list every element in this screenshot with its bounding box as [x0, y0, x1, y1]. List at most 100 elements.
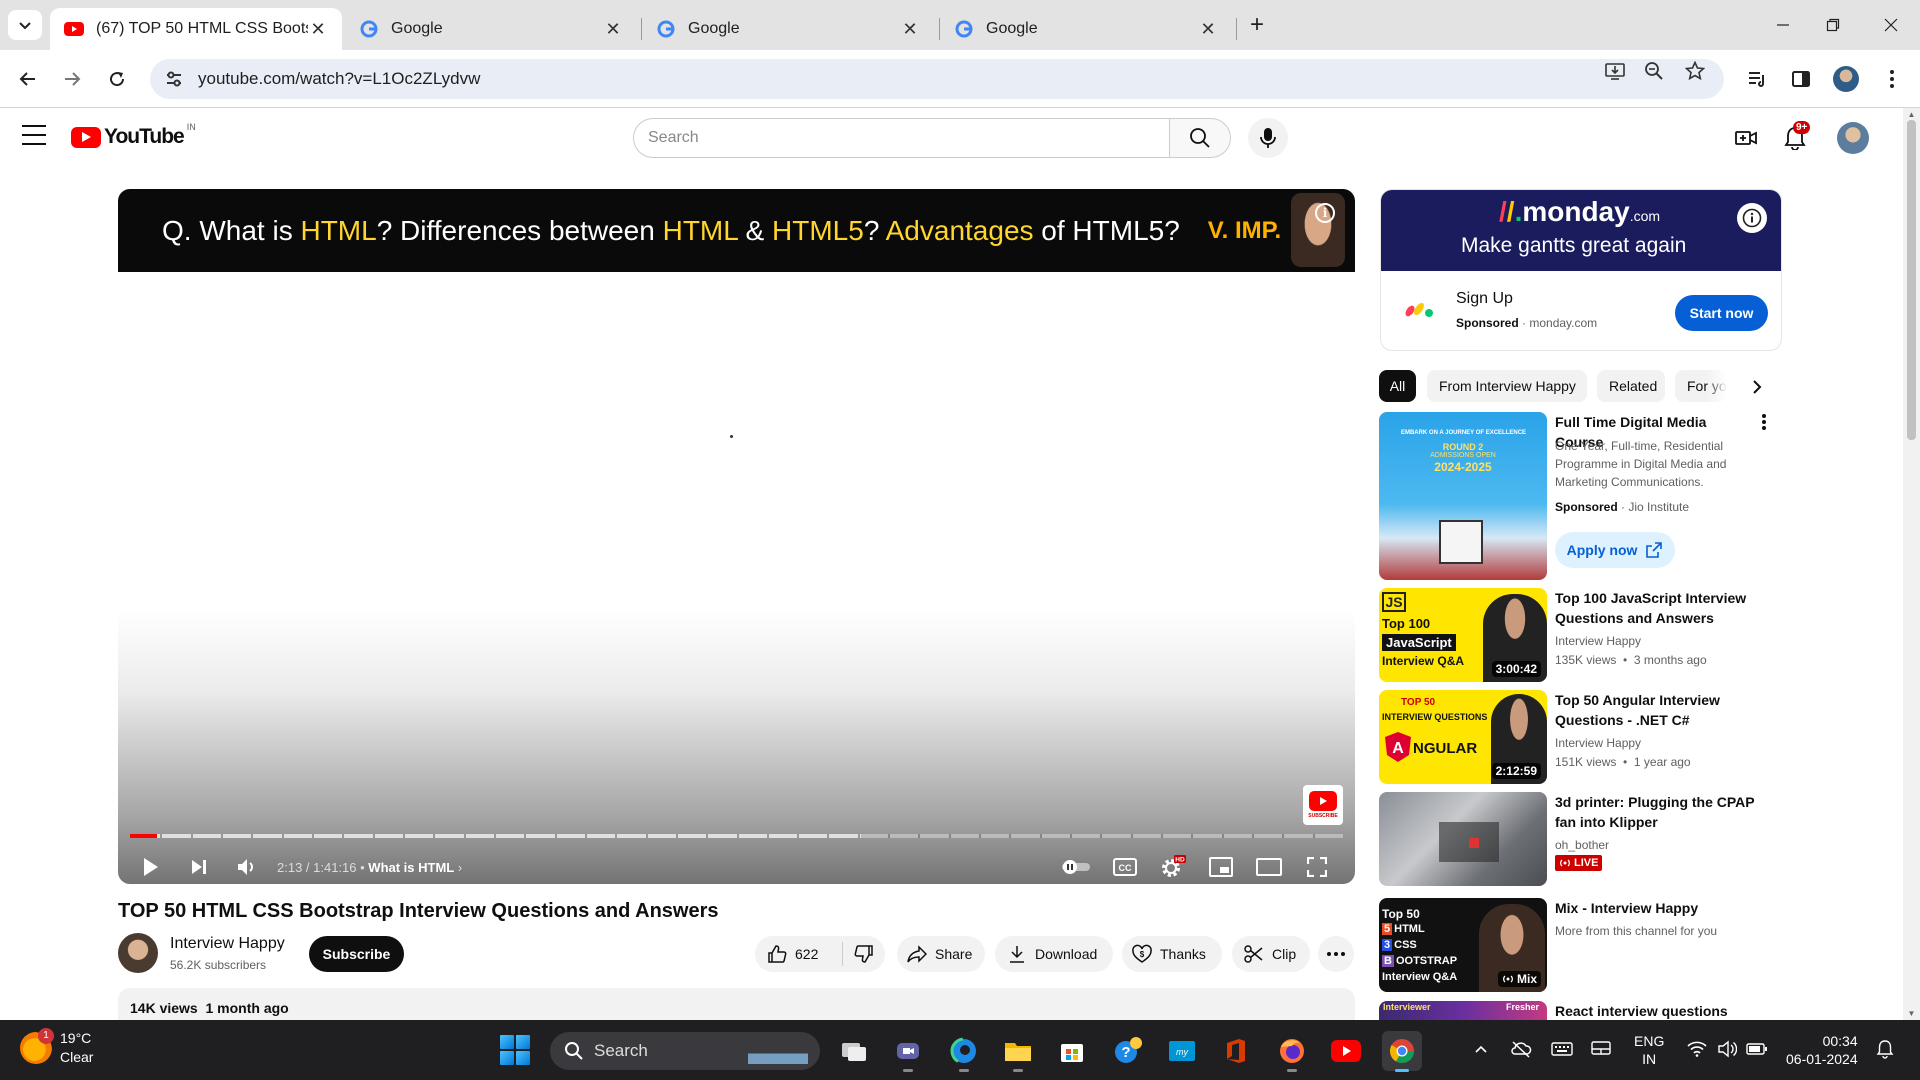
rec-thumbnail-react[interactable]: Interviewer Fresher: [1379, 1001, 1547, 1020]
rec-title[interactable]: Top 50 Angular Interview Questions - .NE…: [1555, 690, 1755, 730]
clip-button[interactable]: Clip: [1232, 936, 1310, 972]
tab-google-2[interactable]: Google ✕: [642, 8, 934, 50]
guide-menu-icon[interactable]: [22, 125, 46, 145]
battery-icon[interactable]: [1746, 1038, 1768, 1060]
video-player[interactable]: Q. What is HTML? Differences between HTM…: [118, 189, 1355, 884]
tab-search-button[interactable]: [8, 10, 42, 40]
scrollbar-thumb[interactable]: [1907, 120, 1916, 440]
close-tab-icon[interactable]: ✕: [308, 19, 328, 40]
chip-for-you[interactable]: For you: [1675, 370, 1727, 402]
rec-title[interactable]: Top 100 JavaScript Interview Questions a…: [1555, 588, 1755, 628]
wifi-icon[interactable]: [1686, 1038, 1708, 1060]
mute-button[interactable]: [229, 849, 265, 884]
account-avatar[interactable]: [1835, 120, 1871, 156]
close-window-button[interactable]: [1871, 10, 1911, 40]
rec-thumbnail-mix[interactable]: Top 50 5 HTML 3 CSS B OOTSTRAP Interview Q&…: [1379, 898, 1547, 992]
forward-button[interactable]: [56, 63, 88, 95]
teams-meet-icon[interactable]: [888, 1031, 928, 1072]
share-button[interactable]: Share: [897, 936, 985, 972]
speaker-icon[interactable]: [1716, 1038, 1738, 1060]
notification-bell-icon[interactable]: [1874, 1038, 1896, 1060]
ad-banner[interactable]: //.monday.com Make gantts great again: [1381, 190, 1781, 271]
show-hidden-icons-chevron-up-icon[interactable]: [1470, 1038, 1492, 1060]
channel-avatar[interactable]: [118, 933, 158, 973]
rec-thumbnail-jio[interactable]: EMBARK ON A JOURNEY OF EXCELLENCE ROUND …: [1379, 412, 1547, 580]
rec-channel[interactable]: oh_bother: [1555, 838, 1609, 852]
rec-title[interactable]: 3d printer: Plugging the CPAP fan into K…: [1555, 792, 1755, 832]
store-icon[interactable]: [1052, 1031, 1092, 1071]
settings-button[interactable]: HD: [1155, 849, 1191, 884]
profile-avatar[interactable]: [1830, 63, 1862, 95]
rec-channel[interactable]: Interview Happy: [1555, 634, 1641, 648]
tab-google-3[interactable]: Google ✕: [940, 8, 1232, 50]
search-button[interactable]: [1169, 118, 1231, 158]
page-scrollbar[interactable]: ▲ ▼: [1903, 108, 1920, 1020]
rec-thumbnail-js[interactable]: JS Top 100 JavaScript Interview Q&A 3:00…: [1379, 588, 1547, 682]
youtube-logo[interactable]: YouTube IN: [71, 122, 196, 149]
subscribe-watermark[interactable]: SUBSCRIBE: [1303, 785, 1343, 825]
scroll-up-arrow[interactable]: ▲: [1907, 110, 1916, 119]
ad-cta-button[interactable]: Start now: [1675, 295, 1768, 331]
play-button[interactable]: [133, 849, 169, 884]
edge-browser-icon[interactable]: [944, 1031, 984, 1072]
office-icon[interactable]: [1216, 1031, 1256, 1071]
channel-name[interactable]: Interview Happy: [170, 935, 285, 953]
chrome-icon[interactable]: [1382, 1031, 1422, 1072]
start-button[interactable]: [500, 1035, 530, 1065]
task-view-icon[interactable]: [834, 1031, 874, 1071]
ad-info-button[interactable]: [1737, 203, 1767, 233]
file-explorer-icon[interactable]: [998, 1031, 1038, 1072]
display-icon[interactable]: [1590, 1038, 1612, 1060]
rec-title[interactable]: Mix - Interview Happy: [1555, 898, 1755, 918]
info-icon[interactable]: i: [1315, 203, 1335, 223]
notifications-button[interactable]: 9+: [1777, 120, 1813, 156]
onedrive-offline-icon[interactable]: [1510, 1038, 1532, 1060]
keyboard-icon[interactable]: [1551, 1038, 1573, 1060]
minimize-button[interactable]: [1763, 10, 1803, 40]
close-tab-icon[interactable]: ✕: [900, 19, 920, 40]
search-box[interactable]: [633, 118, 1169, 158]
reload-button[interactable]: [101, 63, 133, 95]
address-bar[interactable]: youtube.com/watch?v=L1Oc2ZLydvw: [150, 59, 1724, 99]
get-help-icon[interactable]: ?: [1108, 1031, 1148, 1071]
ad-title[interactable]: Sign Up: [1456, 290, 1513, 308]
system-clock[interactable]: 00:34 06-01-2024: [1786, 1032, 1858, 1068]
thanks-button[interactable]: $ Thanks: [1122, 936, 1222, 972]
miniplayer-button[interactable]: [1203, 849, 1239, 884]
rec-thumbnail-angular[interactable]: TOP 50 INTERVIEW QUESTIONS A NGULAR 2:12…: [1379, 690, 1547, 784]
more-options-icon[interactable]: [1762, 414, 1776, 436]
progress-bar[interactable]: [130, 834, 1343, 838]
input-language-indicator[interactable]: ENG IN: [1634, 1032, 1664, 1068]
menu-kebab-icon[interactable]: [1876, 63, 1908, 95]
autoplay-toggle[interactable]: [1058, 849, 1094, 884]
next-button[interactable]: [181, 849, 217, 884]
install-app-icon[interactable]: [1604, 60, 1626, 82]
chapter-title[interactable]: What is HTML: [368, 860, 454, 875]
subscribe-button[interactable]: Subscribe: [309, 936, 404, 972]
captions-button[interactable]: CC: [1107, 849, 1143, 884]
rec-channel[interactable]: Interview Happy: [1555, 736, 1641, 750]
site-info-icon[interactable]: [154, 59, 194, 99]
new-tab-button[interactable]: +: [1243, 12, 1271, 40]
apply-now-button[interactable]: Apply now: [1555, 532, 1675, 568]
create-button[interactable]: [1728, 120, 1764, 156]
scroll-down-arrow[interactable]: ▼: [1907, 1009, 1916, 1018]
voice-search-button[interactable]: [1248, 118, 1288, 158]
more-actions-button[interactable]: [1318, 936, 1354, 972]
download-button[interactable]: Download: [995, 936, 1113, 972]
chips-next-button[interactable]: [1742, 372, 1772, 402]
chip-all[interactable]: All: [1379, 370, 1416, 402]
zoom-icon[interactable]: [1643, 60, 1665, 82]
back-button[interactable]: [12, 63, 44, 95]
theater-mode-button[interactable]: [1251, 849, 1287, 884]
side-panel-icon[interactable]: [1785, 63, 1817, 95]
rec-thumbnail-3d-printer[interactable]: [1379, 792, 1547, 886]
close-tab-icon[interactable]: ✕: [603, 19, 623, 40]
dislike-button[interactable]: [843, 944, 885, 964]
restore-button[interactable]: [1813, 10, 1853, 40]
myhp-app-icon[interactable]: my: [1162, 1031, 1202, 1071]
chip-related[interactable]: Related: [1597, 370, 1665, 402]
tab-google-1[interactable]: Google ✕: [345, 8, 637, 50]
close-tab-icon[interactable]: ✕: [1198, 19, 1218, 40]
url-text[interactable]: youtube.com/watch?v=L1Oc2ZLydvw: [198, 69, 480, 89]
